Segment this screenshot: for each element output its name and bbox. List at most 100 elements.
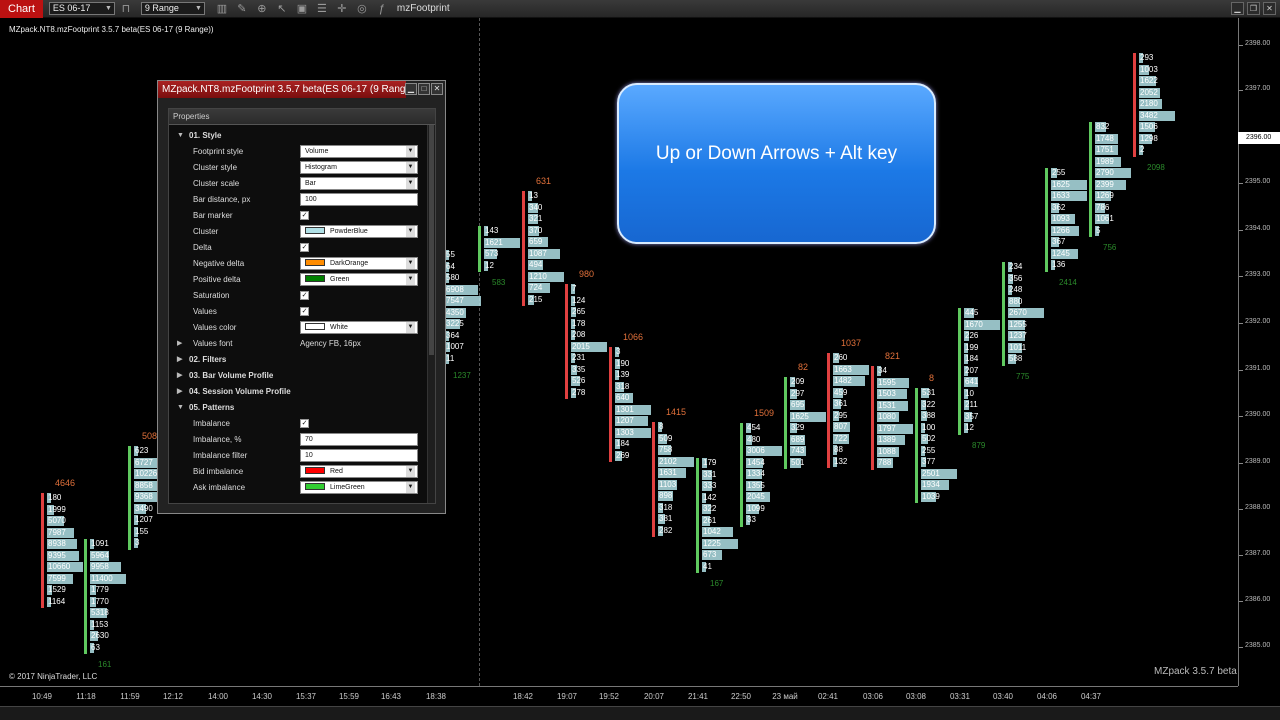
property-cluster-style[interactable]: Cluster style Histogram ▼: [169, 160, 427, 175]
bar-marker: [958, 308, 961, 435]
volume-value: 367: [1052, 237, 1066, 246]
property-positive-delta[interactable]: Positive delta Green ▼: [169, 272, 427, 287]
price-axis[interactable]: 2398.00 2397.00 2395.00 2394.00 2393.00 2392.…: [1238, 18, 1280, 686]
chevron-down-icon: ▼: [194, 5, 202, 12]
time-tick-label: 15:37: [295, 692, 317, 701]
property-imbalance[interactable]: Imbalance ✓: [169, 416, 427, 431]
bar-marker: [696, 458, 699, 573]
volume-value: 724: [529, 283, 543, 292]
time-axis[interactable]: 10:49 11:18 11:59 12:12 14:00 14:30 15:37 15:59…: [0, 686, 1238, 706]
data-box-icon[interactable]: ▣: [293, 2, 311, 15]
property-checkbox[interactable]: ✓: [300, 211, 309, 220]
property-negative-delta[interactable]: Negative delta DarkOrange ▼: [169, 256, 427, 271]
property-select[interactable]: Bar ▼: [300, 177, 418, 190]
bars-icon[interactable]: ▥: [213, 2, 231, 15]
chart-tab[interactable]: Chart: [0, 0, 43, 18]
property-color-select[interactable]: Green ▼: [300, 273, 418, 286]
volume-value: 1266: [1052, 225, 1070, 235]
property-color-value: DarkOrange: [330, 260, 369, 267]
property-select[interactable]: Volume ▼: [300, 145, 418, 158]
property-color-select[interactable]: PowderBlue ▼: [300, 225, 418, 238]
volume-value: 480: [747, 434, 761, 444]
properties-scroll-thumb[interactable]: [429, 125, 434, 355]
minimize-button[interactable]: ▁: [405, 83, 417, 95]
chevron-right-icon[interactable]: ▶: [177, 384, 182, 399]
strategy-icon[interactable]: ◎: [353, 2, 371, 15]
property-05-patterns[interactable]: ▼ 05. Patterns: [169, 400, 427, 415]
indicator-title: mzFootprint: [396, 3, 450, 14]
close-button[interactable]: ✕: [431, 83, 443, 95]
property-color-select[interactable]: White ▼: [300, 321, 418, 334]
bar-marker: [1089, 122, 1092, 237]
properties-icon[interactable]: ☰: [313, 2, 331, 15]
property-checkbox[interactable]: ✓: [300, 243, 309, 252]
chevron-down-icon[interactable]: ▼: [177, 128, 184, 143]
property-color-value: Green: [330, 276, 350, 283]
property-select-value: Bar: [305, 180, 316, 187]
chevron-right-icon[interactable]: ▶: [177, 352, 182, 367]
pencil-icon[interactable]: ✎: [233, 2, 251, 15]
chevron-down-icon[interactable]: ▼: [177, 400, 184, 415]
property-color-select[interactable]: DarkOrange ▼: [300, 257, 418, 270]
property-02-filters[interactable]: ▶ 02. Filters: [169, 352, 427, 367]
property-imbalance[interactable]: Imbalance, % 70: [169, 432, 427, 447]
property-bid-imbalance[interactable]: Bid imbalance Red ▼: [169, 464, 427, 479]
property-label: Bid imbalance: [193, 467, 244, 476]
volume-value: 88: [834, 445, 843, 454]
property-select[interactable]: Histogram ▼: [300, 161, 418, 174]
zoom-icon[interactable]: ⊕: [253, 2, 271, 15]
property-values-font[interactable]: ▶ Values font Agency FB, 16px: [169, 336, 427, 351]
maximize-button[interactable]: □: [418, 83, 430, 95]
volume-value: 2052: [1140, 87, 1158, 97]
instrument-selector[interactable]: ES 06-17 ▼: [48, 2, 115, 15]
property-input[interactable]: 100: [300, 193, 418, 206]
properties-window: MZpack.NT8.mzFootprint 3.5.7 beta(ES 06-…: [157, 80, 446, 514]
magnet-icon[interactable]: ⊓: [117, 2, 135, 15]
property-cluster-scale[interactable]: Cluster scale Bar ▼: [169, 176, 427, 191]
property-values[interactable]: Values ✓: [169, 304, 427, 319]
chart-indicator-label: MZpack.NT8.mzFootprint 3.5.7 beta(ES 06-…: [9, 25, 214, 34]
property-color-select[interactable]: Red ▼: [300, 465, 418, 478]
close-button[interactable]: ✕: [1263, 2, 1276, 15]
property-imbalance-filter[interactable]: Imbalance filter 10: [169, 448, 427, 463]
indicator-icon[interactable]: ƒ: [373, 3, 391, 15]
cluster-delta-label: 4646: [55, 478, 76, 488]
properties-scrollbar[interactable]: [427, 125, 435, 503]
property-footprint-style[interactable]: Footprint style Volume ▼: [169, 144, 427, 159]
volume-value: 454: [747, 423, 761, 432]
property-checkbox[interactable]: ✓: [300, 291, 309, 300]
property-input[interactable]: 10: [300, 449, 418, 462]
crosshair-icon[interactable]: ✛: [333, 2, 351, 15]
bottom-strip: [0, 706, 1280, 720]
property-checkbox[interactable]: ✓: [300, 419, 309, 428]
chevron-right-icon[interactable]: ▶: [177, 368, 182, 383]
property-01-style[interactable]: ▼ 01. Style: [169, 128, 427, 143]
volume-value: 1007: [446, 342, 464, 351]
property-values-color[interactable]: Values color White ▼: [169, 320, 427, 335]
restore-button[interactable]: ❐: [1247, 2, 1260, 15]
minimize-button[interactable]: ▁: [1231, 2, 1244, 15]
property-checkbox[interactable]: ✓: [300, 307, 309, 316]
period-selector[interactable]: 9 Range ▼: [140, 2, 205, 15]
property-bar-marker[interactable]: Bar marker ✓: [169, 208, 427, 223]
property-cluster[interactable]: Cluster PowderBlue ▼: [169, 224, 427, 239]
volume-value: 2102: [659, 456, 677, 466]
property-bar-distance-px[interactable]: Bar distance, px 100: [169, 192, 427, 207]
property-delta[interactable]: Delta ✓: [169, 240, 427, 255]
property-04-session-volume-profile[interactable]: ▶ 04. Session Volume Profile: [169, 384, 427, 399]
property-input[interactable]: 70: [300, 433, 418, 446]
volume-value: 641: [965, 377, 979, 386]
chevron-down-icon: ▼: [406, 274, 415, 285]
pointer-icon[interactable]: ↖: [273, 2, 291, 15]
property-ask-imbalance[interactable]: Ask imbalance LimeGreen ▼: [169, 480, 427, 495]
property-color-select[interactable]: LimeGreen ▼: [300, 481, 418, 494]
time-tick-label: 23 май: [772, 692, 798, 701]
property-03-bar-volume-profile[interactable]: ▶ 03. Bar Volume Profile: [169, 368, 427, 383]
volume-value: 215: [529, 294, 543, 304]
cluster-delta-label: 2098: [1147, 162, 1165, 172]
volume-value: 2501: [922, 468, 940, 478]
chevron-right-icon[interactable]: ▶: [177, 336, 182, 351]
chevron-down-icon: ▼: [406, 258, 415, 269]
property-saturation[interactable]: Saturation ✓: [169, 288, 427, 303]
properties-window-title[interactable]: MZpack.NT8.mzFootprint 3.5.7 beta(ES 06-…: [158, 81, 406, 98]
